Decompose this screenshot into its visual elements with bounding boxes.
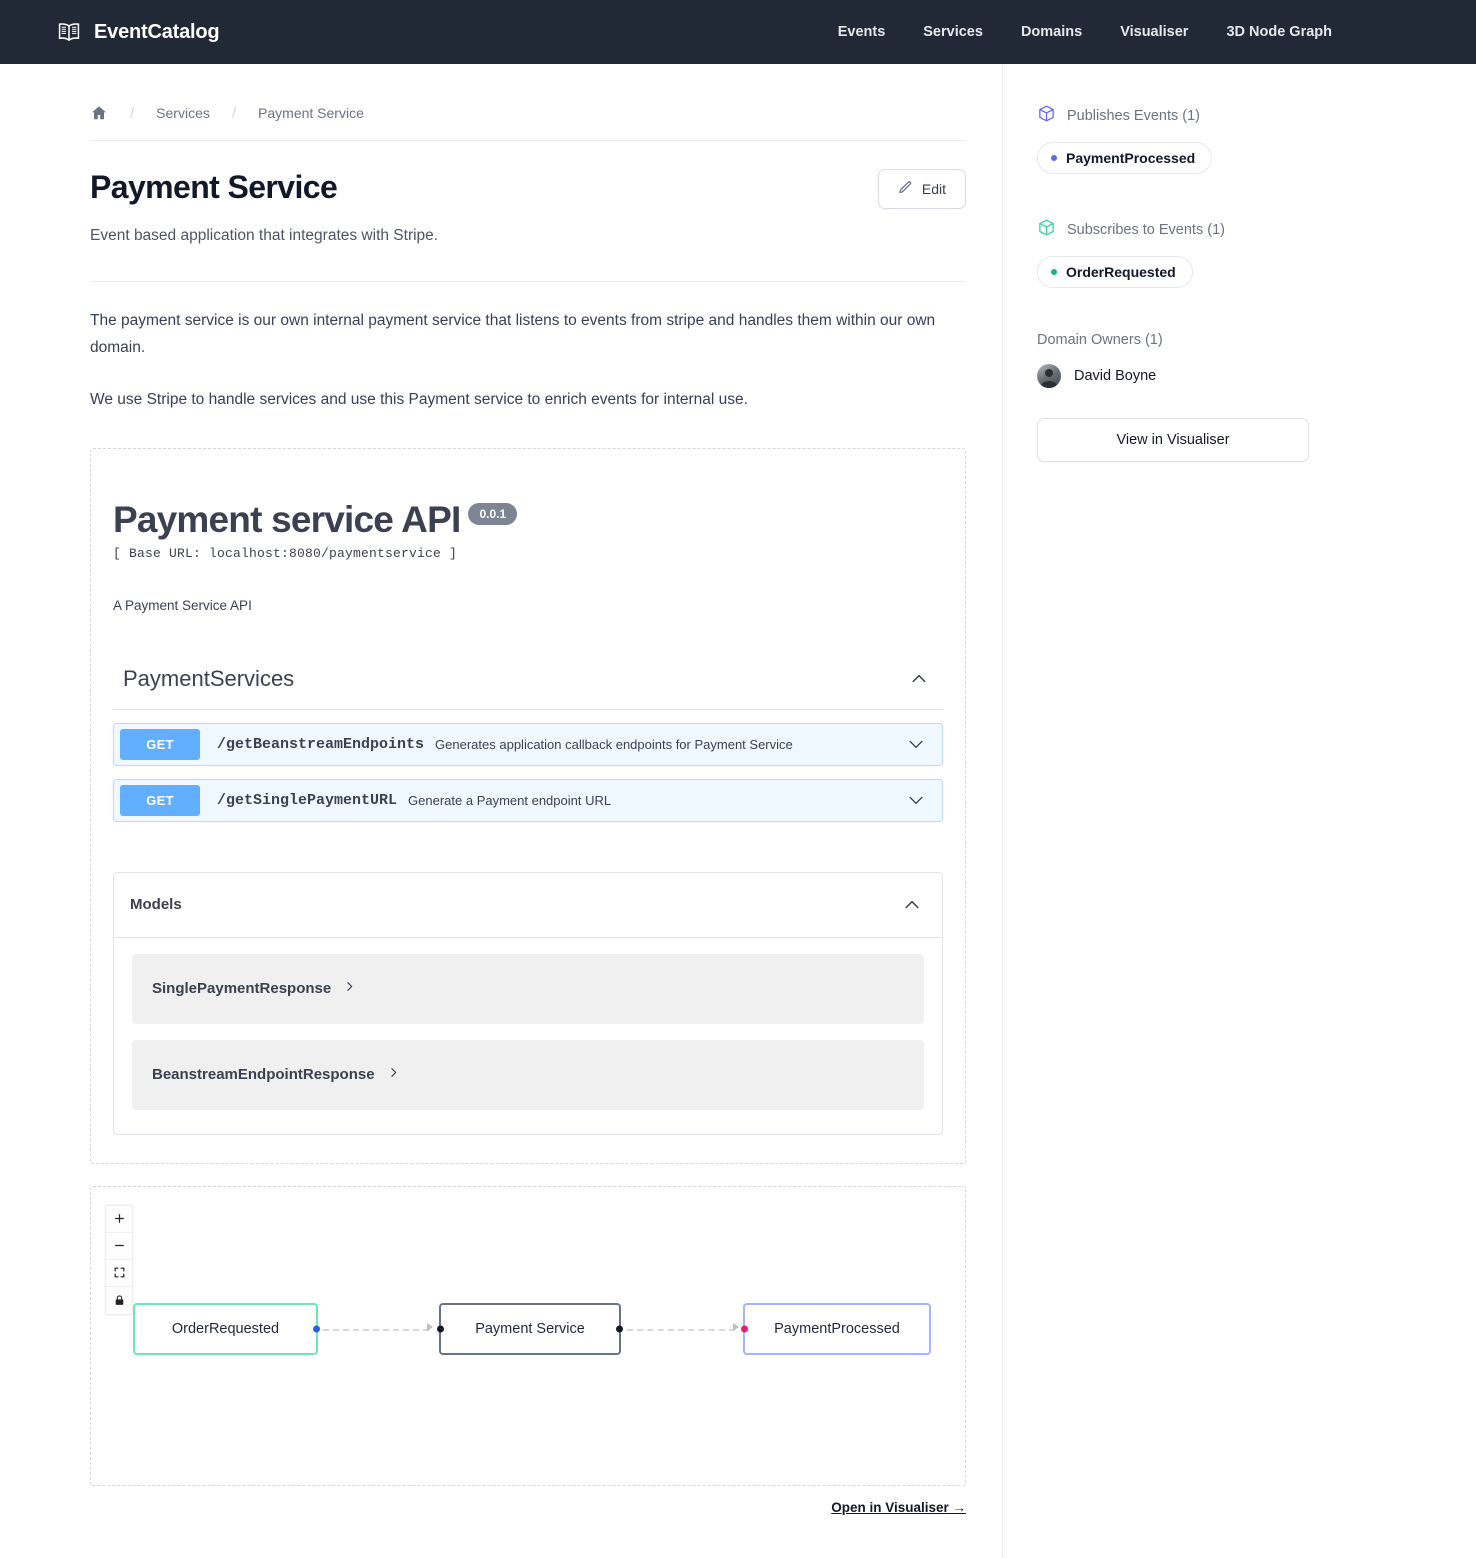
models-body: SinglePaymentResponse BeanstreamEndpoint… [114, 938, 942, 1134]
breadcrumb: / Services / Payment Service [90, 104, 966, 141]
view-in-visualiser-button[interactable]: View in Visualiser [1037, 418, 1309, 462]
operation-summary: Generates application callback endpoints… [435, 736, 793, 752]
subscribed-event-pill[interactable]: OrderRequested [1037, 256, 1193, 288]
app-root: EventCatalog Events Services Domains Vis… [0, 0, 1476, 1558]
subscribes-title: Subscribes to Events (1) [1067, 222, 1225, 238]
openapi-title: Payment service API [113, 498, 461, 540]
open-visualiser-row: Open in Visualiser → [90, 1500, 966, 1515]
open-book-icon [56, 19, 82, 45]
main-column: / Services / Payment Service Payment Ser… [0, 64, 1003, 1558]
operation-row-get-beanstream-endpoints[interactable]: GET /getBeanstreamEndpoints Generates ap… [113, 722, 943, 766]
models-section: Models SinglePaymentResponse BeanstreamE… [113, 871, 943, 1135]
breadcrumb-separator-1: / [130, 104, 135, 122]
open-in-visualiser-link[interactable]: Open in Visualiser → [831, 1500, 966, 1515]
publishes-title: Publishes Events (1) [1067, 108, 1200, 124]
graph-node-payment-processed[interactable]: PaymentProcessed [741, 1302, 931, 1355]
graph-node-handle-right[interactable] [313, 1325, 320, 1333]
node-graph-card[interactable]: OrderRequested Payment Service PaymentPr… [90, 1185, 966, 1486]
operation-path: /getBeanstreamEndpoints [217, 735, 425, 753]
publishes-header: Publishes Events (1) [1037, 104, 1476, 128]
breadcrumb-item-services[interactable]: Services [156, 105, 210, 121]
cube-icon [1037, 104, 1056, 128]
page-subtitle: Event based application that integrates … [90, 227, 439, 244]
openapi-tag-section: PaymentServices GET /getBeanstreamEndpoi… [113, 665, 943, 822]
openapi-base-url: [ Base URL: localhost:8080/paymentservic… [113, 545, 458, 561]
chevron-up-icon[interactable] [905, 665, 933, 693]
nav-link-services[interactable]: Services [923, 24, 983, 40]
edit-button-label: Edit [921, 181, 946, 197]
chevron-right-icon[interactable] [387, 1066, 400, 1084]
published-event-pill[interactable]: PaymentProcessed [1037, 142, 1213, 174]
graph-canvas: OrderRequested Payment Service PaymentPr… [91, 1187, 965, 1485]
body-paragraph-1: The payment service is our own internal … [90, 312, 936, 356]
chevron-right-icon[interactable] [343, 980, 356, 998]
graph-edge-arrow-2 [733, 1322, 739, 1331]
published-event-label: PaymentProcessed [1066, 150, 1196, 166]
brand-link[interactable]: EventCatalog [56, 19, 220, 45]
chevron-up-icon[interactable] [898, 891, 926, 919]
graph-edge-arrow-1 [427, 1322, 433, 1331]
graph-edge-order-to-service [323, 1328, 429, 1331]
edit-button[interactable]: Edit [877, 169, 966, 209]
chevron-down-icon[interactable] [906, 790, 926, 810]
chevron-down-icon[interactable] [906, 734, 926, 754]
openapi-card: Payment service API 0.0.1 [ Base URL: lo… [90, 447, 966, 1164]
event-dot-icon [1051, 155, 1057, 161]
nav-links: Events Services Domains Visualiser 3D No… [838, 24, 1436, 40]
sidebar-publishes-group: Publishes Events (1) PaymentProcessed [1037, 104, 1476, 174]
page-title: Payment Service [90, 169, 338, 205]
operation-row-get-single-payment-url[interactable]: GET /getSinglePaymentURL Generate a Paym… [113, 778, 943, 822]
owners-title: Domain Owners (1) [1037, 332, 1163, 348]
models-title: Models [130, 896, 182, 914]
model-row-beanstream-endpoint-response[interactable]: BeanstreamEndpointResponse [132, 1039, 924, 1110]
graph-node-label: PaymentProcessed [774, 1320, 900, 1337]
graph-edge-service-to-processed [627, 1328, 735, 1331]
title-divider [90, 281, 966, 282]
operation-summary: Generate a Payment endpoint URL [408, 792, 612, 808]
openapi-title-row: Payment service API 0.0.1 [113, 498, 943, 540]
nav-link-3d-node-graph[interactable]: 3D Node Graph [1226, 24, 1332, 40]
owner-row[interactable]: David Boyne [1037, 364, 1476, 388]
home-icon [92, 106, 106, 120]
openapi-description: A Payment Service API [113, 597, 252, 613]
graph-node-handle-left[interactable] [437, 1325, 444, 1333]
event-dot-icon [1051, 269, 1057, 275]
avatar [1037, 364, 1061, 388]
nav-link-events[interactable]: Events [838, 24, 886, 40]
tag-section-header[interactable]: PaymentServices [113, 665, 943, 710]
nav-link-visualiser[interactable]: Visualiser [1120, 24, 1188, 40]
breadcrumb-separator-2: / [231, 104, 237, 122]
operation-method-badge: GET [120, 784, 200, 816]
model-row-single-payment-response[interactable]: SinglePaymentResponse [132, 953, 924, 1024]
page-content: / Services / Payment Service Payment Ser… [0, 64, 1476, 1558]
graph-node-label: OrderRequested [171, 1320, 280, 1337]
openapi-version-badge: 0.0.1 [468, 502, 518, 525]
model-name: SinglePaymentResponse [152, 980, 332, 998]
brand-name: EventCatalog [94, 20, 220, 43]
cube-icon [1037, 218, 1056, 242]
breadcrumb-item-payment-service[interactable]: Payment Service [258, 105, 364, 121]
subscribed-event-label: OrderRequested [1066, 264, 1176, 280]
graph-node-label: Payment Service [475, 1320, 585, 1337]
pencil-icon [898, 180, 913, 198]
breadcrumb-home-link[interactable] [90, 104, 108, 122]
nav-link-domains[interactable]: Domains [1021, 24, 1082, 40]
top-navbar: EventCatalog Events Services Domains Vis… [0, 0, 1476, 64]
title-row: Payment Service Edit [90, 169, 966, 209]
sidebar-subscribes-group: Subscribes to Events (1) OrderRequested [1037, 218, 1476, 288]
sidebar-owners-group: Domain Owners (1) David Boyne [1037, 332, 1476, 388]
models-header[interactable]: Models [114, 873, 942, 938]
graph-node-handle-right[interactable] [616, 1325, 623, 1333]
model-name: BeanstreamEndpointResponse [152, 1066, 375, 1084]
graph-node-handle-left[interactable] [741, 1325, 748, 1333]
subscribes-header: Subscribes to Events (1) [1037, 218, 1476, 242]
graph-node-payment-service[interactable]: Payment Service [437, 1302, 623, 1355]
tag-section-title: PaymentServices [123, 665, 295, 691]
operation-method-badge: GET [120, 728, 200, 760]
sidebar: Publishes Events (1) PaymentProcessed Su [1003, 64, 1476, 1558]
graph-node-order-requested[interactable]: OrderRequested [133, 1302, 320, 1355]
operation-path: /getSinglePaymentURL [217, 791, 398, 809]
owner-name: David Boyne [1074, 368, 1157, 384]
body-paragraph-2: We use Stripe to handle services and use… [90, 391, 748, 409]
